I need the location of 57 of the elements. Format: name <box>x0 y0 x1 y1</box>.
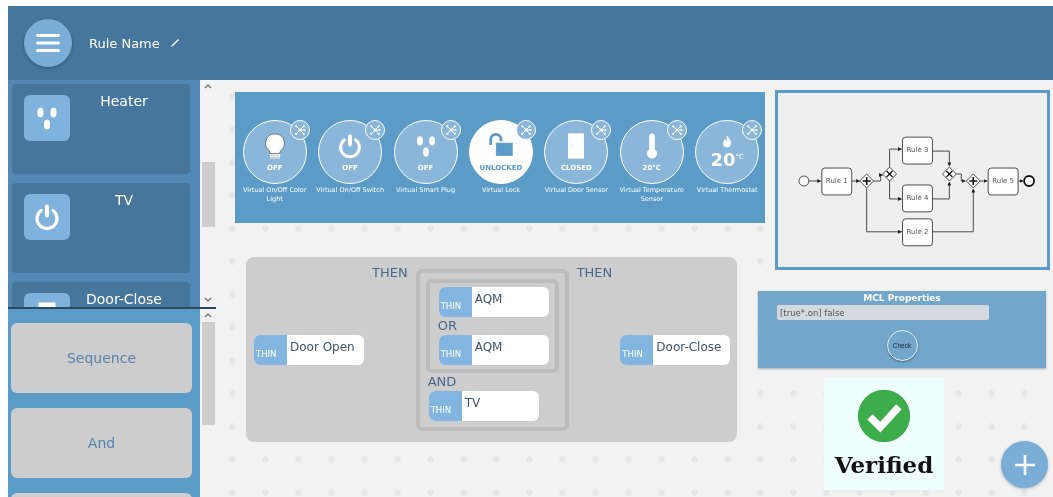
verified-text: Verified <box>834 451 934 478</box>
network-icon <box>289 120 310 140</box>
thing-name: TV <box>463 394 481 412</box>
gateway <box>942 166 957 181</box>
scrollbar-thumb[interactable] <box>201 162 215 227</box>
thing-tag: THIN <box>428 390 462 421</box>
scroll-down-icon <box>204 297 212 302</box>
operator-label: THEN <box>372 265 408 280</box>
thing-block[interactable]: THIN Door-Close <box>620 334 731 365</box>
menu-button[interactable] <box>24 19 72 67</box>
scroll-up-icon <box>204 313 212 318</box>
menu-icon <box>36 33 60 53</box>
operator-button[interactable]: And <box>11 408 192 478</box>
power-icon <box>32 202 62 232</box>
scrollbar-thumb[interactable] <box>201 322 215 425</box>
pencil-icon <box>169 38 180 48</box>
add-button[interactable] <box>1001 441 1048 488</box>
network-icon <box>440 120 461 140</box>
device-card[interactable]: Heater <box>12 84 190 174</box>
thing-name: Door-Close <box>655 338 722 356</box>
thing-tag: THIN <box>438 334 472 365</box>
network-icon <box>515 120 536 140</box>
device-card[interactable]: TV <box>12 183 190 273</box>
operator-button[interactable]: Sequence <box>11 323 192 393</box>
panel-title: MCL Properties <box>863 293 941 303</box>
scroll-up-icon <box>204 84 212 89</box>
operator-label: OR <box>437 317 457 334</box>
network-icon <box>742 120 763 140</box>
thing-block[interactable]: THIN TV <box>428 390 539 421</box>
network-icon <box>591 120 612 140</box>
start-event <box>798 175 810 186</box>
device-name: Door-Close <box>85 291 163 307</box>
thing-name: Door Open <box>289 338 355 356</box>
thing-block[interactable]: THIN AQM <box>438 286 549 317</box>
thing-tag: THIN <box>438 286 472 317</box>
gateway <box>882 166 897 181</box>
device-name: Heater <box>99 93 149 109</box>
gateway <box>965 173 981 188</box>
gateway <box>859 173 875 188</box>
thing-block[interactable]: THIN AQM <box>438 334 549 365</box>
rule-name-title: Rule Name <box>89 35 160 51</box>
operator-label: THEN <box>576 265 613 280</box>
network-icon <box>666 120 687 140</box>
temperature-reading: 20$^{°C}$ <box>710 148 744 170</box>
thing-block[interactable]: THIN Door Open <box>254 334 364 365</box>
thing-name: AQM <box>473 290 503 308</box>
end-event <box>1023 174 1035 187</box>
operator-label: AND <box>427 373 457 390</box>
checkmark-icon <box>856 388 912 444</box>
thing-tag: THIN <box>620 334 654 365</box>
thing-tag: THIN <box>254 334 287 365</box>
device-name: TV <box>113 192 135 208</box>
thing-name: AQM <box>473 338 503 356</box>
formula-input-field[interactable]: [true*.on] false <box>777 305 989 320</box>
device-card[interactable]: Door-Close <box>12 282 190 307</box>
plus-icon <box>1013 453 1036 476</box>
network-icon <box>365 120 386 140</box>
